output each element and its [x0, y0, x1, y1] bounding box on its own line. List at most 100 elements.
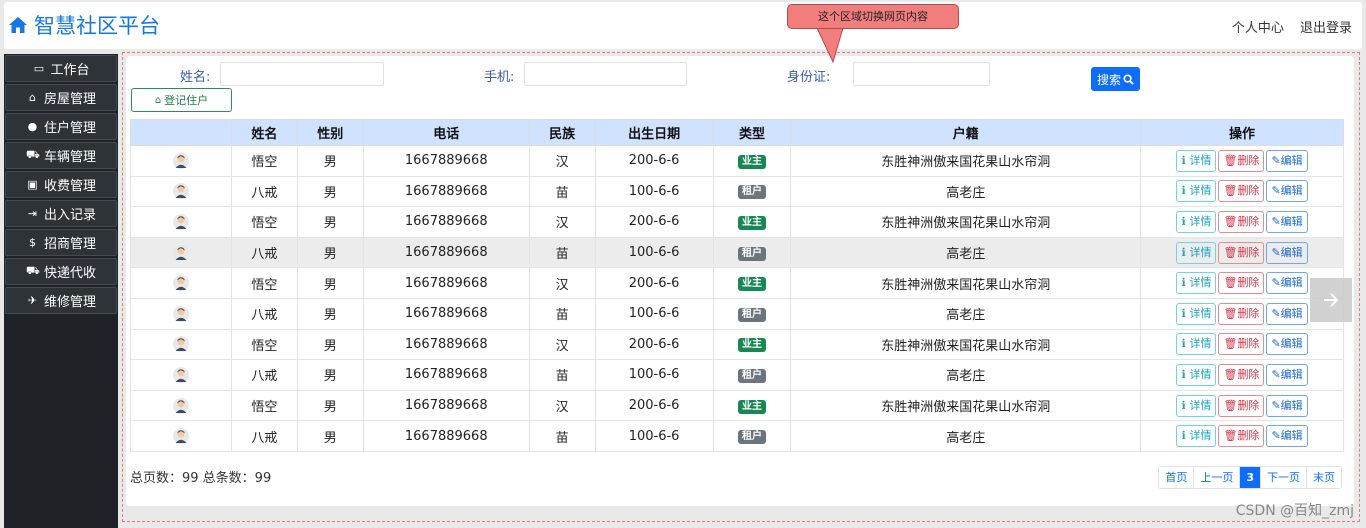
search-bar: 姓名: 手机: 身份证: 搜索: [126, 62, 1354, 91]
birth-date-cell: 200-6-6: [594, 206, 714, 238]
detail-button[interactable]: ℹ 详情: [1176, 302, 1217, 325]
sidebar-item-6[interactable]: $ 招商管理: [5, 229, 117, 256]
avatar-cell: [130, 389, 232, 422]
detail-button[interactable]: ℹ 详情: [1176, 149, 1217, 172]
column-header: 类型: [712, 119, 792, 146]
pager-item[interactable]: 上一页: [1193, 467, 1240, 488]
edit-button[interactable]: ✎编辑: [1266, 272, 1308, 295]
type-badge: 业主: [738, 338, 766, 353]
sidebar-item-3[interactable]: ⛟ 车辆管理: [5, 142, 117, 169]
sidebar-item-5[interactable]: ⇥ 出入记录: [5, 200, 117, 227]
type-cell: 业主: [712, 267, 792, 299]
table-row[interactable]: 八戒男 1667889668 苗 100-6-6 租户 高老庄 ℹ 详情 🗑删除 ✎编辑: [130, 420, 1344, 452]
gender-cell: 男: [296, 267, 364, 299]
detail-button[interactable]: ℹ 详情: [1176, 394, 1217, 417]
signout-icon: ⇥: [27, 207, 38, 220]
search-button[interactable]: 搜索: [1091, 67, 1140, 91]
detail-button[interactable]: ℹ 详情: [1176, 363, 1217, 386]
delete-button[interactable]: 🗑删除: [1218, 149, 1265, 172]
edit-button[interactable]: ✎编辑: [1266, 210, 1308, 233]
sidebar-item-1[interactable]: ⌂ 房屋管理: [5, 84, 117, 111]
table-row[interactable]: 悟空男 1667889668 汉 200-6-6 业主 东胜神洲傲来国花果山水帘洞 ℹ 详情…: [130, 206, 1344, 238]
delete-button[interactable]: 🗑删除: [1218, 394, 1265, 417]
delete-button[interactable]: 🗑删除: [1218, 333, 1265, 356]
pager-item[interactable]: 下一页: [1260, 467, 1306, 488]
pager-item[interactable]: 首页: [1159, 467, 1194, 488]
type-cell: 租户: [712, 420, 792, 452]
brand[interactable]: 智慧社区平台: [8, 10, 160, 40]
id-card-input[interactable]: [853, 62, 990, 86]
actions-cell: ℹ 详情 🗑删除 ✎编辑: [1140, 236, 1344, 269]
table-row[interactable]: 八戒男 1667889668 苗 100-6-6 租户 高老庄 ℹ 详情 🗑删除 ✎编辑: [130, 236, 1344, 269]
pencil-icon: ✎: [1271, 306, 1281, 320]
next-slide-button[interactable]: [1310, 278, 1352, 322]
phone-label: 手机:: [484, 70, 515, 85]
profile-link[interactable]: 个人中心: [1232, 21, 1284, 36]
sidebar-item-4[interactable]: ▣ 收费管理: [5, 171, 117, 198]
detail-button[interactable]: ℹ 详情: [1176, 180, 1217, 203]
detail-label: 详情: [1189, 153, 1212, 167]
avatar-cell: [130, 145, 232, 177]
type-badge: 租户: [738, 246, 766, 261]
actions-cell: ℹ 详情 🗑删除 ✎编辑: [1140, 389, 1344, 422]
edit-button[interactable]: ✎编辑: [1266, 149, 1308, 172]
detail-button[interactable]: ℹ 详情: [1176, 333, 1217, 356]
type-cell: 业主: [712, 145, 792, 177]
edit-button[interactable]: ✎编辑: [1266, 363, 1308, 386]
delete-button[interactable]: 🗑删除: [1218, 210, 1265, 233]
delete-button[interactable]: 🗑删除: [1218, 241, 1265, 264]
phone-input[interactable]: [524, 62, 687, 86]
sidebar-item-8[interactable]: ✈ 维修管理: [5, 287, 117, 314]
table-row[interactable]: 悟空男 1667889668 汉 200-6-6 业主 东胜神洲傲来国花果山水帘洞 ℹ 详情…: [130, 145, 1344, 177]
edit-button[interactable]: ✎编辑: [1266, 241, 1308, 264]
edit-button[interactable]: ✎编辑: [1266, 180, 1308, 203]
detail-button[interactable]: ℹ 详情: [1176, 241, 1217, 264]
edit-button[interactable]: ✎编辑: [1266, 394, 1308, 417]
sidebar-item-label: 维修管理: [43, 295, 96, 310]
table-row[interactable]: 八戒男 1667889668 苗 100-6-6 租户 高老庄 ℹ 详情 🗑删除 ✎编辑: [130, 297, 1344, 330]
delete-button[interactable]: 🗑删除: [1218, 302, 1265, 325]
sidebar-item-label: 车辆管理: [43, 150, 96, 165]
table-row[interactable]: 八戒男 1667889668 苗 100-6-6 租户 高老庄 ℹ 详情 🗑删除 ✎编辑: [130, 359, 1344, 391]
table-row[interactable]: 悟空男 1667889668 汉 200-6-6 业主 东胜神洲傲来国花果山水帘洞 ℹ 详情…: [130, 267, 1344, 299]
type-cell: 租户: [712, 175, 792, 208]
edit-button[interactable]: ✎编辑: [1266, 302, 1308, 325]
edit-label: 编辑: [1280, 214, 1303, 228]
sidebar-item-2[interactable]: ● 住户管理: [5, 113, 117, 140]
delete-button[interactable]: 🗑删除: [1218, 272, 1265, 295]
detail-button[interactable]: ℹ 详情: [1176, 210, 1217, 233]
register-resident-button[interactable]: ⌂ 登记住户: [131, 88, 232, 112]
pager-item[interactable]: 末页: [1306, 467, 1341, 488]
trash-icon: 🗑: [1223, 367, 1238, 381]
delete-label: 删除: [1237, 337, 1260, 351]
delete-button[interactable]: 🗑删除: [1218, 180, 1265, 203]
register-resident-label: 登记住户: [164, 94, 209, 107]
sidebar-item-7[interactable]: ⛟ 快递代收: [5, 258, 117, 285]
delete-button[interactable]: 🗑删除: [1218, 425, 1265, 448]
table-row[interactable]: 八戒男 1667889668 苗 100-6-6 租户 高老庄 ℹ 详情 🗑删除 ✎编辑: [130, 175, 1344, 208]
column-header: 民族: [528, 119, 596, 146]
avatar: [172, 428, 189, 445]
column-header: [130, 119, 232, 146]
detail-button[interactable]: ℹ 详情: [1176, 272, 1217, 295]
avatar: [172, 336, 189, 353]
ethnicity-cell: 汉: [528, 145, 596, 177]
table-row[interactable]: 悟空男 1667889668 汉 200-6-6 业主 东胜神洲傲来国花果山水帘洞 ℹ 详情…: [130, 389, 1344, 422]
avatar-cell: [130, 359, 232, 391]
edit-button[interactable]: ✎编辑: [1266, 425, 1308, 448]
main-content: 姓名: 手机: 身份证: 搜索 ⌂ 登记住户 姓名 性别 电话 民族 出生日期 类型 户籍操…: [126, 56, 1354, 506]
pager-item[interactable]: 3: [1239, 467, 1260, 488]
name-input[interactable]: [220, 62, 384, 86]
trash-icon: 🗑: [1223, 306, 1238, 320]
table-row[interactable]: 悟空男 1667889668 汉 200-6-6 业主 东胜神洲傲来国花果山水帘洞 ℹ 详情…: [130, 328, 1344, 361]
delete-label: 删除: [1237, 245, 1260, 259]
column-header: 出生日期: [594, 119, 714, 146]
ethnicity-cell: 汉: [528, 267, 596, 299]
detail-button[interactable]: ℹ 详情: [1176, 425, 1217, 448]
home-icon: [9, 17, 27, 33]
sidebar-item-0[interactable]: ▭ 工作台: [5, 55, 117, 82]
logout-link[interactable]: 退出登录: [1300, 21, 1352, 36]
edit-button[interactable]: ✎编辑: [1266, 333, 1308, 356]
delete-button[interactable]: 🗑删除: [1218, 363, 1265, 386]
delete-label: 删除: [1237, 367, 1260, 381]
